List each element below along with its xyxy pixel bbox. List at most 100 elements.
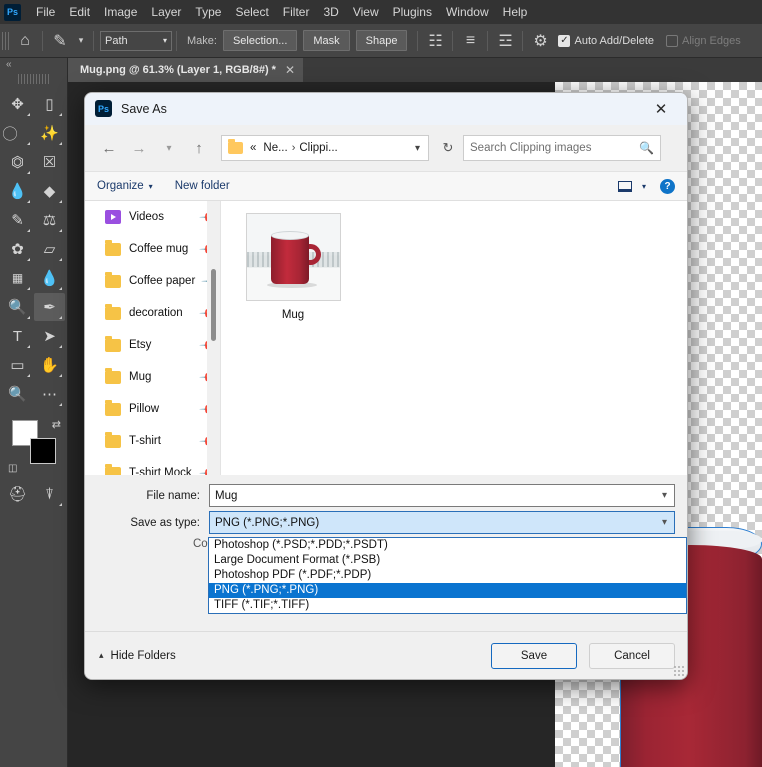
menu-view[interactable]: View [346, 2, 386, 22]
crop-tool-icon[interactable]: ⏣ [2, 148, 33, 176]
resize-grip-icon[interactable] [673, 665, 684, 676]
save-as-type-dropdown[interactable]: Photoshop (*.PSD;*.PDD;*.PSDT) Large Doc… [208, 537, 687, 614]
path-mode-select[interactable]: Path ▾ [100, 30, 172, 51]
dropdown-option-large-document-format[interactable]: Large Document Format (*.PSB) [209, 553, 686, 568]
dropdown-option-tiff[interactable]: TIFF (*.TIF;*.TIFF) [209, 598, 686, 613]
close-icon[interactable]: ✕ [641, 94, 681, 124]
view-layout-button[interactable]: ▾ [617, 180, 646, 192]
blur-tool-icon[interactable]: 💧 [34, 264, 65, 292]
history-brush-tool-icon[interactable]: ✿ [2, 235, 33, 263]
sidebar-scrollbar-thumb[interactable] [211, 269, 216, 341]
sidebar-item-etsy[interactable]: Etsy 📌 [85, 329, 221, 361]
menu-3d[interactable]: 3D [316, 2, 345, 22]
breadcrumb-item-1[interactable]: Clippi... [299, 142, 337, 154]
dropdown-option-png[interactable]: PNG (*.PNG;*.PNG) [209, 583, 686, 598]
eraser-tool-icon[interactable]: ▱ [34, 235, 65, 263]
path-selection-tool-icon[interactable]: ➤ [34, 322, 65, 350]
save-button[interactable]: Save [491, 642, 577, 669]
menu-filter[interactable]: Filter [276, 2, 317, 22]
brush-tool-icon[interactable]: ✎ [2, 206, 33, 234]
path-alignment-icon[interactable]: ≡ [457, 28, 483, 54]
type-tool-icon[interactable]: T [2, 322, 33, 350]
file-list-pane[interactable]: Mug [221, 201, 687, 475]
gear-icon[interactable]: ⚙ [527, 28, 553, 54]
document-tab[interactable]: Mug.png @ 61.3% (Layer 1, RGB/8#) * ✕ [68, 58, 303, 82]
file-name-input[interactable]: Mug ▾ [209, 484, 675, 507]
make-shape-button[interactable]: Shape [355, 30, 408, 51]
dodge-tool-icon[interactable]: 🔍 [2, 293, 33, 321]
swap-colors-icon[interactable]: ⇄ [52, 418, 61, 431]
edit-toolbar-icon[interactable]: ⋯ [34, 380, 65, 408]
chevron-down-icon[interactable]: ▾ [662, 517, 670, 528]
menu-window[interactable]: Window [439, 2, 496, 22]
menu-plugins[interactable]: Plugins [386, 2, 439, 22]
menu-edit[interactable]: Edit [62, 2, 97, 22]
screen-mode-icon[interactable]: ⍒ [34, 480, 65, 508]
pen-tool-icon[interactable]: ✒ [34, 293, 65, 321]
dialog-title-bar[interactable]: Ps Save As ✕ [85, 93, 687, 125]
chevron-down-icon[interactable]: ▾ [409, 143, 426, 154]
dropdown-option-photoshop[interactable]: Photoshop (*.PSD;*.PDD;*.PSDT) [209, 538, 686, 553]
list-item[interactable]: Mug [239, 213, 347, 321]
cancel-button[interactable]: Cancel [589, 642, 675, 669]
dropdown-option-photoshop-pdf[interactable]: Photoshop PDF (*.PDF;*.PDP) [209, 568, 686, 583]
sidebar-item-pillow[interactable]: Pillow 📌 [85, 393, 221, 425]
path-arrangement-icon[interactable]: ☲ [492, 28, 518, 54]
sidebar-item-coffee-paper[interactable]: Coffee paper 📌 [85, 265, 221, 297]
make-mask-button[interactable]: Mask [303, 30, 350, 51]
recent-locations-button[interactable]: ▾ [155, 134, 183, 162]
menu-type[interactable]: Type [188, 2, 228, 22]
menu-image[interactable]: Image [97, 2, 144, 22]
back-button[interactable]: ← [95, 134, 123, 162]
rectangular-marquee-tool-icon[interactable]: ▯ [34, 90, 65, 118]
gradient-tool-icon[interactable]: ▦ [2, 264, 33, 292]
sidebar-item-videos[interactable]: Videos 📌 [85, 201, 221, 233]
frame-tool-icon[interactable]: ☒ [34, 148, 65, 176]
up-button[interactable]: ↑ [185, 134, 213, 162]
sidebar-item-t-shirt[interactable]: T-shirt 📌 [85, 425, 221, 457]
sidebar-scrollbar[interactable] [207, 201, 221, 475]
spot-healing-brush-tool-icon[interactable]: ◆ [34, 177, 65, 205]
sidebar-item-t-shirt-mock[interactable]: T-shirt Mock 📌 [85, 457, 221, 475]
refresh-icon[interactable]: ↻ [435, 135, 461, 161]
object-selection-tool-icon[interactable]: ✨ [34, 119, 65, 147]
sidebar-item-mug[interactable]: Mug 📌 [85, 361, 221, 393]
collapse-tools-button[interactable]: « [0, 58, 67, 72]
menu-help[interactable]: Help [496, 2, 535, 22]
zoom-tool-icon[interactable]: 🔍 [2, 380, 33, 408]
quick-mask-icon[interactable]: ⛑ [2, 480, 33, 508]
sidebar-item-decoration[interactable]: decoration 📌 [85, 297, 221, 329]
chevron-down-icon[interactable]: ▾ [662, 490, 670, 501]
auto-add-delete-checkbox[interactable]: ✓ [558, 34, 571, 47]
menu-select[interactable]: Select [228, 2, 275, 22]
organize-button[interactable]: Organize ▾ [97, 180, 153, 192]
sidebar-item-coffee-mug[interactable]: Coffee mug 📌 [85, 233, 221, 265]
new-folder-button[interactable]: New folder [175, 180, 230, 192]
rectangle-tool-icon[interactable]: ▭ [2, 351, 33, 379]
clone-stamp-tool-icon[interactable]: ⚖ [34, 206, 65, 234]
hand-tool-icon[interactable]: ✋ [34, 351, 65, 379]
options-bar-grip[interactable] [2, 31, 9, 50]
breadcrumb-item-0[interactable]: Ne... [263, 142, 287, 154]
menu-file[interactable]: File [29, 2, 62, 22]
close-icon[interactable]: ✕ [285, 63, 295, 77]
tool-preset-chevron-down-icon[interactable]: ▾ [73, 28, 89, 54]
hide-folders-button[interactable]: ▴ Hide Folders [99, 650, 176, 662]
default-colors-icon[interactable]: ◫ [8, 463, 17, 474]
lasso-tool-icon[interactable]: ⃝ [2, 119, 33, 147]
help-icon[interactable]: ? [660, 178, 675, 194]
eyedropper-tool-icon[interactable]: 💧 [2, 177, 33, 205]
forward-button[interactable]: → [125, 134, 153, 162]
move-tool-icon[interactable]: ✥ [2, 90, 33, 118]
search-input[interactable]: Search Clipping images 🔍 [463, 135, 661, 161]
save-as-type-select[interactable]: PNG (*.PNG;*.PNG) ▾ [209, 511, 675, 534]
path-operations-icon[interactable]: ☷ [422, 28, 448, 54]
background-color-swatch[interactable] [30, 438, 56, 464]
breadcrumb-overflow[interactable]: « [250, 142, 256, 154]
tools-panel-grip[interactable] [18, 74, 49, 84]
home-icon[interactable]: ⌂ [12, 28, 38, 54]
breadcrumb[interactable]: « Ne... › Clippi... ▾ [221, 135, 429, 161]
make-selection-button[interactable]: Selection... [222, 30, 298, 51]
menu-layer[interactable]: Layer [144, 2, 188, 22]
pen-tool-icon[interactable]: ✎ [47, 28, 73, 54]
